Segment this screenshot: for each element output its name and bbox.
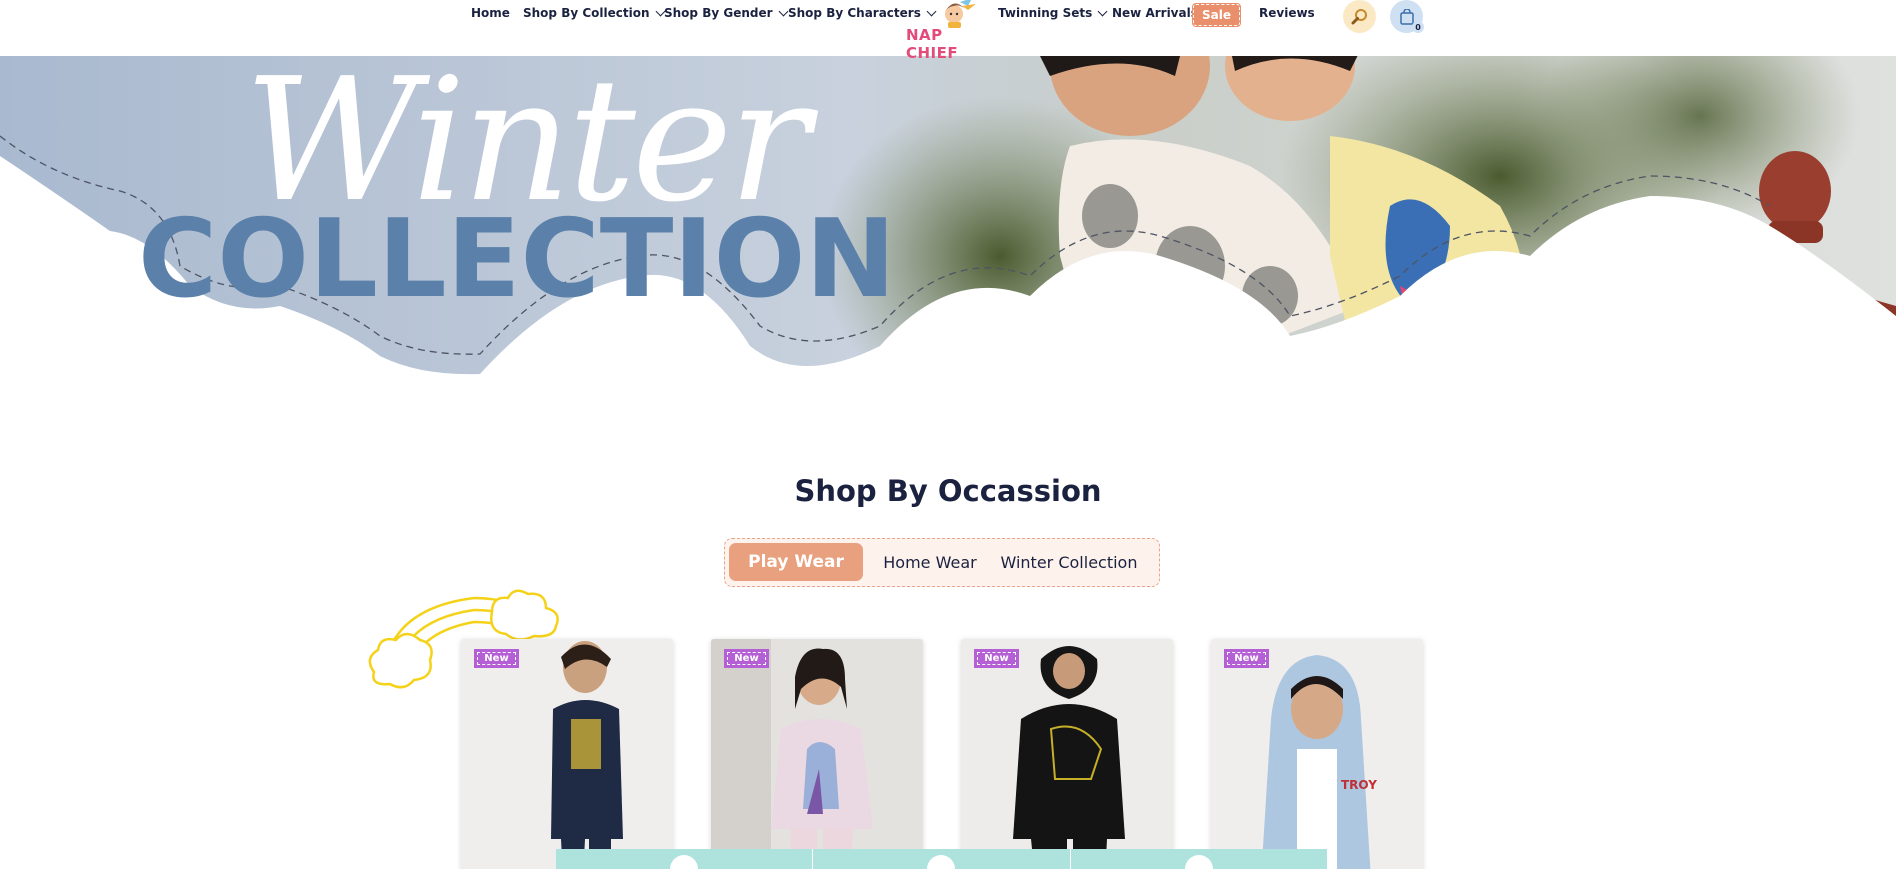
search-button[interactable] bbox=[1343, 0, 1376, 33]
logo-text: NAP CHIEF bbox=[906, 26, 980, 62]
product-image bbox=[961, 639, 1173, 869]
nav-home-label: Home bbox=[471, 6, 510, 20]
logo-wordmark: NAP CHIEF bbox=[906, 26, 959, 62]
product-image: TROY bbox=[1211, 639, 1423, 869]
nav-new-arrivals[interactable]: New Arrivals bbox=[1112, 6, 1198, 20]
shopping-bag-icon bbox=[1399, 8, 1414, 25]
brand-logo[interactable]: NAP CHIEF bbox=[902, 0, 980, 62]
chevron-down-icon bbox=[1097, 6, 1108, 16]
nav-twinning-sets[interactable]: Twinning Sets bbox=[998, 6, 1108, 20]
tab-winter-collection[interactable]: Winter Collection bbox=[989, 543, 1149, 581]
bottom-bar-item[interactable] bbox=[813, 849, 1071, 869]
product-card[interactable]: New bbox=[961, 639, 1173, 869]
cart-count-badge: 0 bbox=[1412, 21, 1424, 33]
product-card[interactable]: New bbox=[711, 639, 923, 869]
category-icon bbox=[1184, 855, 1213, 869]
nav-sale-button[interactable]: Sale bbox=[1192, 3, 1241, 27]
site-header: Home Shop By Collection Shop By Gender S… bbox=[0, 0, 1896, 62]
nav-shop-by-collection-label: Shop By Collection bbox=[523, 6, 650, 20]
bottom-bar-item[interactable] bbox=[1071, 849, 1327, 869]
chevron-down-icon bbox=[778, 6, 788, 16]
nav-shop-by-collection[interactable]: Shop By Collection bbox=[523, 6, 665, 20]
product-image bbox=[711, 639, 923, 869]
hero-banner[interactable]: Winter COLLECTION bbox=[0, 56, 1896, 406]
bottom-category-bar bbox=[556, 849, 1327, 869]
new-badge: New bbox=[474, 649, 519, 668]
nav-shop-by-characters-label: Shop By Characters bbox=[788, 6, 921, 20]
new-badge: New bbox=[1224, 649, 1269, 668]
section-title: Shop By Occassion bbox=[794, 474, 1102, 508]
nav-sale-label: Sale bbox=[1202, 8, 1231, 22]
tab-play-wear[interactable]: Play Wear bbox=[729, 543, 863, 581]
product-image bbox=[461, 639, 673, 869]
occasion-tabs: Play Wear Home Wear Winter Collection bbox=[724, 538, 1160, 587]
hero-block-title: COLLECTION bbox=[138, 197, 896, 322]
category-icon bbox=[927, 855, 956, 869]
new-badge: New bbox=[724, 649, 769, 668]
bottom-bar-item[interactable] bbox=[556, 849, 814, 869]
nav-reviews[interactable]: Reviews bbox=[1259, 6, 1315, 20]
nav-reviews-label: Reviews bbox=[1259, 6, 1315, 20]
tab-home-wear[interactable]: Home Wear bbox=[875, 543, 985, 581]
nav-new-arrivals-label: New Arrivals bbox=[1112, 6, 1198, 20]
nav-home[interactable]: Home bbox=[471, 6, 510, 20]
nav-twinning-sets-label: Twinning Sets bbox=[998, 6, 1093, 20]
product-card[interactable]: TROY New bbox=[1211, 639, 1423, 869]
product-card[interactable]: New bbox=[461, 639, 673, 869]
new-badge: New bbox=[974, 649, 1019, 668]
svg-text:TROY: TROY bbox=[1341, 778, 1377, 792]
nav-shop-by-gender-label: Shop By Gender bbox=[664, 6, 773, 20]
category-icon bbox=[670, 855, 699, 869]
magnifier-icon bbox=[1351, 8, 1367, 24]
nav-shop-by-gender[interactable]: Shop By Gender bbox=[664, 6, 788, 20]
